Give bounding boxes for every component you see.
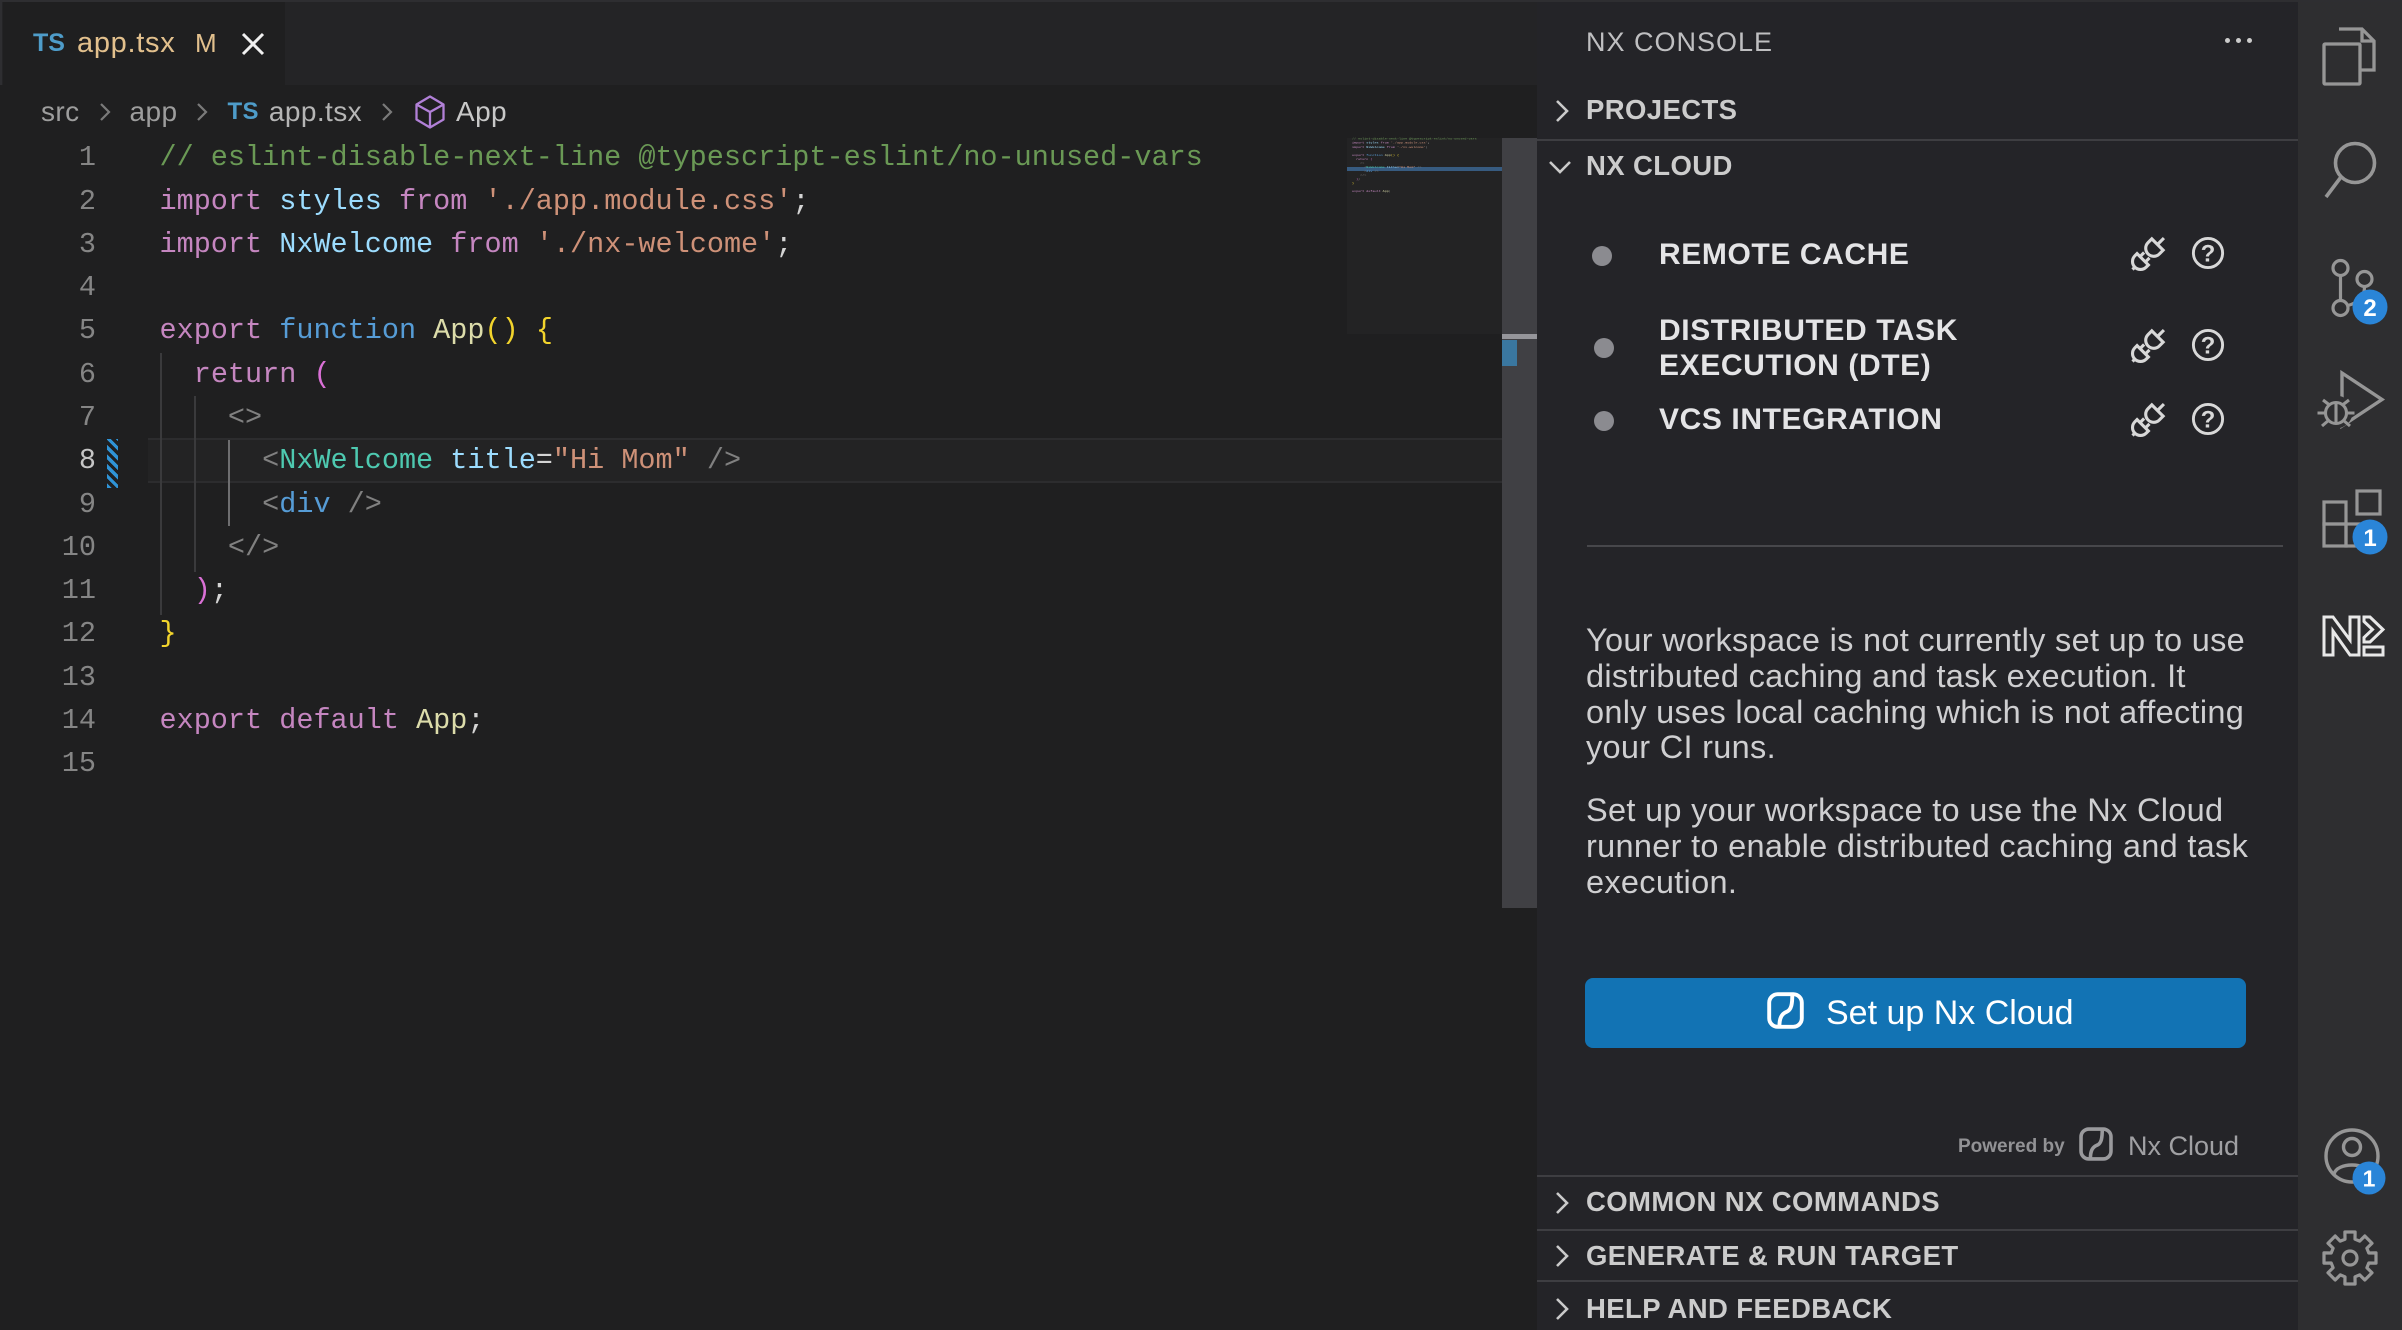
svg-text:1: 1 [2363, 1166, 2376, 1192]
svg-text:2: 2 [2363, 295, 2376, 322]
svg-text:?: ? [2201, 241, 2216, 268]
svg-text:1: 1 [2363, 525, 2376, 552]
svg-text:?: ? [2201, 407, 2216, 434]
svg-text:?: ? [2201, 333, 2216, 360]
